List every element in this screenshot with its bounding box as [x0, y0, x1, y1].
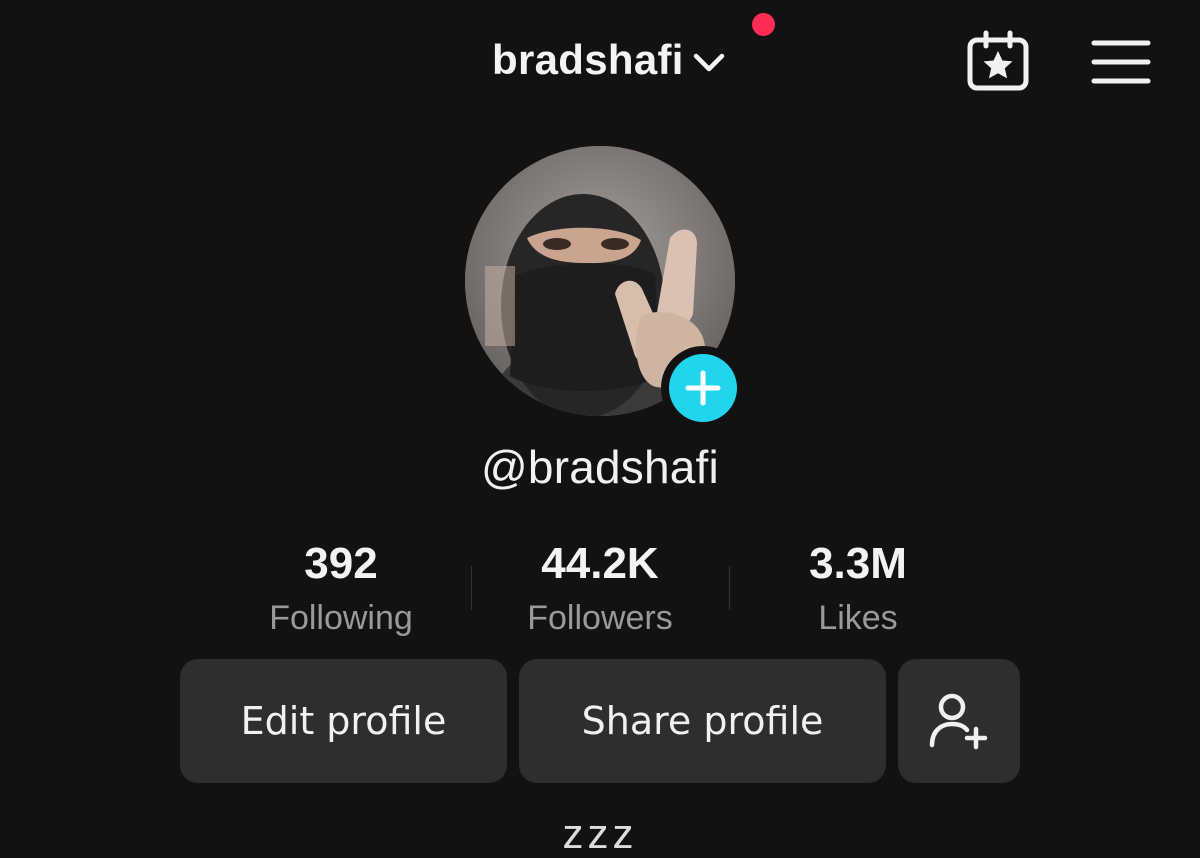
stat-value: 392: [304, 539, 378, 588]
stats-row: 392 Following 44.2K Followers 3.3M Likes: [0, 536, 1200, 646]
stat-value: 44.2K: [541, 539, 659, 588]
account-switcher[interactable]: bradshafi: [492, 34, 726, 86]
share-profile-button[interactable]: Share profile: [519, 659, 886, 783]
stat-following[interactable]: 392 Following: [221, 536, 461, 640]
add-friend-icon: [929, 693, 988, 750]
stat-likes[interactable]: 3.3M Likes: [738, 536, 978, 640]
stat-label: Likes: [818, 599, 898, 637]
plus-icon: [685, 370, 721, 406]
calendar-star-icon[interactable]: [964, 30, 1032, 94]
top-bar: bradshafi: [0, 0, 1200, 120]
hamburger-menu-icon[interactable]: [1090, 38, 1152, 86]
profile-bio: zzz: [562, 810, 638, 857]
avatar-container: [465, 146, 745, 430]
stat-divider: [471, 566, 472, 610]
stat-label: Following: [269, 599, 413, 637]
edit-profile-button[interactable]: Edit profile: [180, 659, 507, 783]
add-avatar-circle: [669, 354, 737, 422]
stat-divider: [729, 566, 730, 610]
profile-actions: Edit profile Share profile: [0, 659, 1200, 783]
chevron-down-icon: [693, 53, 724, 72]
profile-handle: @bradshafi: [481, 441, 719, 493]
notification-dot: [752, 13, 775, 36]
stat-label: Followers: [527, 599, 673, 637]
add-friend-button[interactable]: [898, 659, 1020, 783]
stat-value: 3.3M: [809, 539, 907, 588]
add-avatar-button[interactable]: [661, 346, 745, 430]
account-name: bradshafi: [492, 36, 684, 83]
stat-followers[interactable]: 44.2K Followers: [480, 536, 720, 640]
